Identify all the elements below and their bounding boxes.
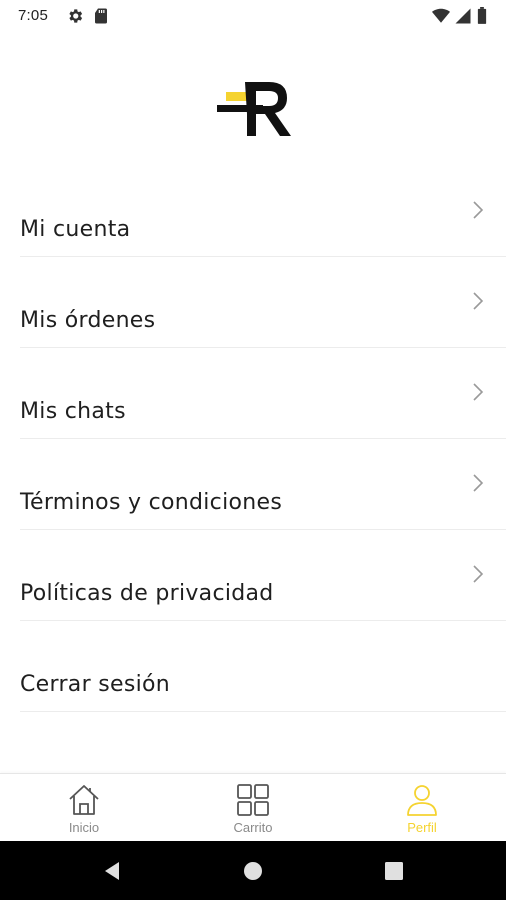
chevron-right-icon bbox=[473, 201, 484, 219]
nav-label: Inicio bbox=[68, 820, 100, 835]
chevron-right-icon bbox=[473, 474, 484, 492]
user-icon bbox=[407, 785, 437, 816]
menu-item-label: Mis órdenes bbox=[20, 308, 156, 333]
status-bar: 7:05 bbox=[0, 0, 506, 32]
menu-item-mi-cuenta[interactable]: Mi cuenta bbox=[20, 166, 506, 257]
profile-menu: Mi cuenta Mis órdenes Mis chats Términos… bbox=[20, 166, 506, 712]
wifi-icon bbox=[432, 8, 450, 23]
chevron-right-icon bbox=[473, 565, 484, 583]
sd-card-icon bbox=[95, 8, 107, 24]
bottom-navigation: Inicio Carrito Perfil bbox=[0, 773, 506, 842]
menu-item-label: Políticas de privacidad bbox=[20, 581, 274, 606]
chevron-right-icon bbox=[473, 292, 484, 310]
menu-item-label: Mis chats bbox=[20, 399, 126, 424]
grid-icon bbox=[237, 784, 269, 816]
menu-item-terminos[interactable]: Términos y condiciones bbox=[20, 439, 506, 530]
battery-icon bbox=[477, 7, 487, 24]
menu-item-politicas[interactable]: Políticas de privacidad bbox=[20, 530, 506, 621]
chevron-right-icon bbox=[473, 383, 484, 401]
nav-item-inicio[interactable]: Inicio bbox=[24, 774, 144, 842]
recents-icon[interactable] bbox=[382, 859, 406, 883]
back-icon[interactable] bbox=[100, 859, 124, 883]
menu-item-mis-chats[interactable]: Mis chats bbox=[20, 348, 506, 439]
system-navigation-bar bbox=[0, 841, 506, 900]
menu-item-label: Términos y condiciones bbox=[20, 490, 283, 515]
menu-item-mis-ordenes[interactable]: Mis órdenes bbox=[20, 257, 506, 348]
status-time: 7:05 bbox=[18, 7, 48, 24]
logo bbox=[217, 82, 291, 136]
nav-label: Perfil bbox=[407, 820, 437, 835]
home-circle-icon[interactable] bbox=[241, 859, 265, 883]
menu-item-label: Cerrar sesión bbox=[20, 672, 170, 697]
menu-item-label: Mi cuenta bbox=[20, 217, 131, 242]
nav-item-carrito[interactable]: Carrito bbox=[193, 774, 313, 842]
menu-item-cerrar-sesion[interactable]: Cerrar sesión bbox=[20, 621, 506, 712]
signal-icon bbox=[455, 8, 471, 24]
settings-icon bbox=[69, 9, 83, 23]
nav-label: Carrito bbox=[233, 820, 273, 835]
nav-item-perfil[interactable]: Perfil bbox=[362, 774, 482, 842]
home-icon bbox=[69, 785, 99, 815]
